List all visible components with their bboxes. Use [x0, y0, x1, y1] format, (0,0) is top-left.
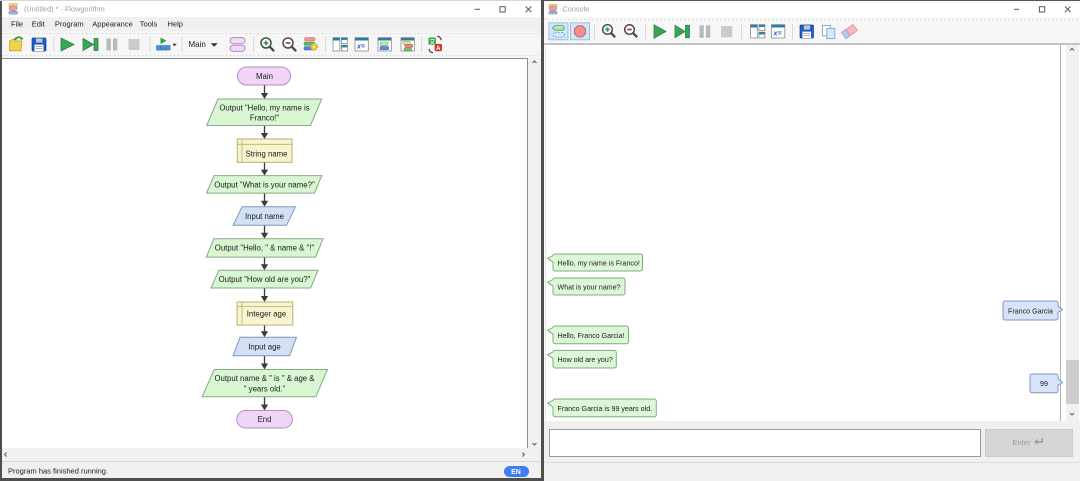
- svg-text:Franco!": Franco!": [250, 113, 279, 122]
- svg-text:String name: String name: [245, 149, 287, 158]
- svg-text:Program: Program: [55, 19, 84, 28]
- svg-text:Program has finished running.: Program has finished running.: [8, 466, 108, 475]
- svg-text:" years old.": " years old.": [244, 384, 286, 393]
- svg-text:Franco Garcia: Franco Garcia: [1008, 307, 1053, 315]
- svg-text:Enter: Enter: [1013, 438, 1031, 447]
- svg-text:Main: Main: [256, 72, 273, 81]
- svg-text:Output "Hello, " & name & "!": Output "Hello, " & name & "!": [215, 244, 315, 253]
- svg-text:(Untitled) * - Flowgorithm: (Untitled) * - Flowgorithm: [24, 5, 105, 14]
- svg-text:End: End: [258, 415, 272, 424]
- svg-text:Hello, my name is Franco!: Hello, my name is Franco!: [558, 259, 640, 267]
- svg-text:Input age: Input age: [248, 342, 281, 351]
- svg-text:Input name: Input name: [245, 212, 284, 221]
- svg-text:Output "What is your name?": Output "What is your name?": [214, 180, 315, 189]
- svg-text:Main: Main: [189, 40, 206, 49]
- svg-text:Console: Console: [563, 5, 590, 14]
- svg-text:Edit: Edit: [32, 19, 46, 28]
- svg-text:EN: EN: [511, 469, 521, 476]
- svg-text:How old are you?: How old are you?: [558, 356, 613, 364]
- svg-text:x=: x=: [773, 31, 782, 38]
- svg-text:Output name & " is " & age &: Output name & " is " & age &: [214, 374, 315, 383]
- svg-text:Tools: Tools: [140, 19, 158, 28]
- svg-text:File: File: [11, 19, 23, 28]
- svg-text:Integer age: Integer age: [247, 310, 286, 319]
- svg-text:A: A: [436, 46, 441, 52]
- svg-text:Output "Hello, my name is: Output "Hello, my name is: [219, 104, 309, 113]
- svg-text:Help: Help: [168, 19, 183, 28]
- svg-text:99: 99: [1040, 380, 1048, 388]
- svg-text:What is your name?: What is your name?: [558, 283, 621, 291]
- svg-text:Hello, Franco Garcia!: Hello, Franco Garcia!: [558, 332, 625, 340]
- svg-text:x=: x=: [356, 44, 365, 51]
- svg-text:Franco Garcia is 99 years old.: Franco Garcia is 99 years old.: [558, 405, 653, 413]
- svg-text:Output "How old are you?": Output "How old are you?": [219, 275, 311, 284]
- svg-text:Appearance: Appearance: [92, 19, 132, 28]
